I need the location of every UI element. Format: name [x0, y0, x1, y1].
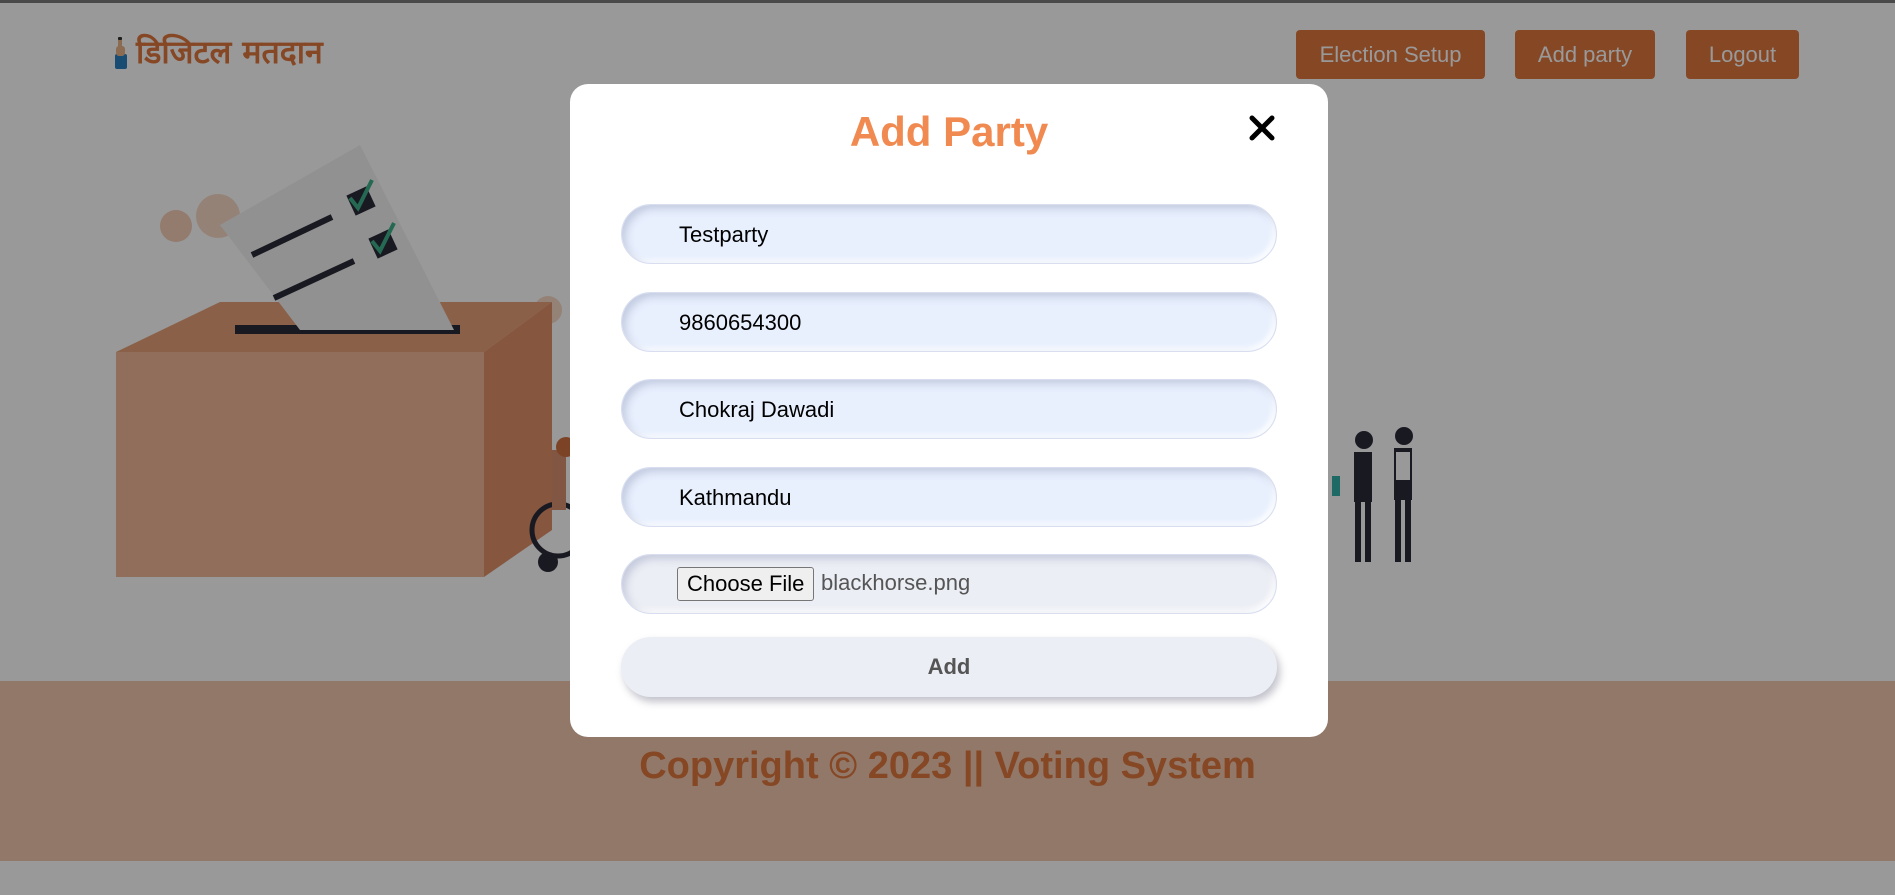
leader-field[interactable] [621, 379, 1277, 440]
close-button[interactable] [1245, 111, 1279, 145]
phone-input[interactable] [677, 293, 1261, 353]
selected-file-name: blackhorse.png [821, 570, 971, 595]
add-button[interactable]: Add [621, 637, 1277, 697]
party-name-input[interactable] [677, 205, 1261, 265]
close-icon [1249, 115, 1275, 141]
party-name-field[interactable] [621, 204, 1277, 265]
top-border [0, 0, 1895, 3]
choose-file-button[interactable]: Choose File [677, 567, 815, 601]
address-input[interactable] [677, 468, 1261, 528]
add-party-modal: Add Party Choose File blackhorse.png Add [570, 84, 1328, 737]
phone-field[interactable] [621, 292, 1277, 353]
address-field[interactable] [621, 467, 1277, 528]
modal-title: Add Party [849, 108, 1049, 155]
leader-input[interactable] [677, 380, 1261, 440]
logo-file-field[interactable]: Choose File blackhorse.png [621, 554, 1277, 614]
